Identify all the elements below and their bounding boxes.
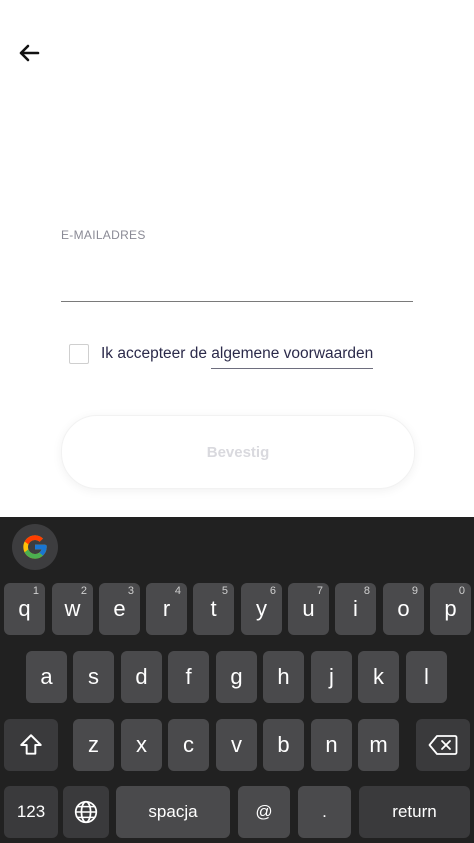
shift-key[interactable]: [4, 719, 58, 771]
key-f[interactable]: f: [168, 651, 209, 703]
google-g-icon: [23, 535, 47, 559]
key-w[interactable]: w2: [52, 583, 93, 635]
terms-link[interactable]: algemene voorwaarden: [211, 345, 374, 369]
keyboard: q1 w2 e3 r4 t5 y6 u7 i8 o9 p0 a s d f g …: [0, 517, 474, 843]
key-e[interactable]: e3: [99, 583, 140, 635]
key-m[interactable]: m: [358, 719, 399, 771]
key-d[interactable]: d: [121, 651, 162, 703]
key-n[interactable]: n: [311, 719, 352, 771]
language-key[interactable]: [63, 786, 109, 838]
shift-icon: [20, 734, 42, 755]
backspace-key[interactable]: [416, 719, 470, 771]
space-key[interactable]: spacja: [116, 786, 230, 838]
email-label: E-MAILADRES: [61, 228, 146, 242]
terms-checkbox[interactable]: [69, 344, 89, 364]
key-z[interactable]: z: [73, 719, 114, 771]
key-s[interactable]: s: [73, 651, 114, 703]
terms-text: Ik accepteer de algemene voorwaarden: [101, 345, 374, 369]
at-key[interactable]: @: [238, 786, 290, 838]
confirm-button[interactable]: Bevestig: [61, 415, 415, 489]
arrow-left-icon: [19, 44, 40, 62]
key-j[interactable]: j: [311, 651, 352, 703]
key-i[interactable]: i8: [335, 583, 376, 635]
key-k[interactable]: k: [358, 651, 399, 703]
key-g[interactable]: g: [216, 651, 257, 703]
dot-key[interactable]: .: [298, 786, 351, 838]
key-x[interactable]: x: [121, 719, 162, 771]
key-a[interactable]: a: [26, 651, 67, 703]
key-r[interactable]: r4: [146, 583, 187, 635]
back-button[interactable]: [14, 38, 44, 68]
key-p[interactable]: p0: [430, 583, 471, 635]
key-l[interactable]: l: [406, 651, 447, 703]
numbers-key[interactable]: 123: [4, 786, 58, 838]
key-t[interactable]: t5: [193, 583, 234, 635]
key-u[interactable]: u7: [288, 583, 329, 635]
globe-icon: [74, 800, 98, 824]
terms-prefix: Ik accepteer de: [101, 345, 212, 362]
backspace-icon: [428, 735, 458, 755]
key-o[interactable]: o9: [383, 583, 424, 635]
key-c[interactable]: c: [168, 719, 209, 771]
key-y[interactable]: y6: [241, 583, 282, 635]
return-key[interactable]: return: [359, 786, 470, 838]
key-q[interactable]: q1: [4, 583, 45, 635]
terms-row: Ik accepteer de algemene voorwaarden: [69, 344, 374, 369]
key-b[interactable]: b: [263, 719, 304, 771]
key-v[interactable]: v: [216, 719, 257, 771]
key-h[interactable]: h: [263, 651, 304, 703]
email-input[interactable]: [61, 252, 413, 302]
google-button[interactable]: [12, 524, 58, 570]
